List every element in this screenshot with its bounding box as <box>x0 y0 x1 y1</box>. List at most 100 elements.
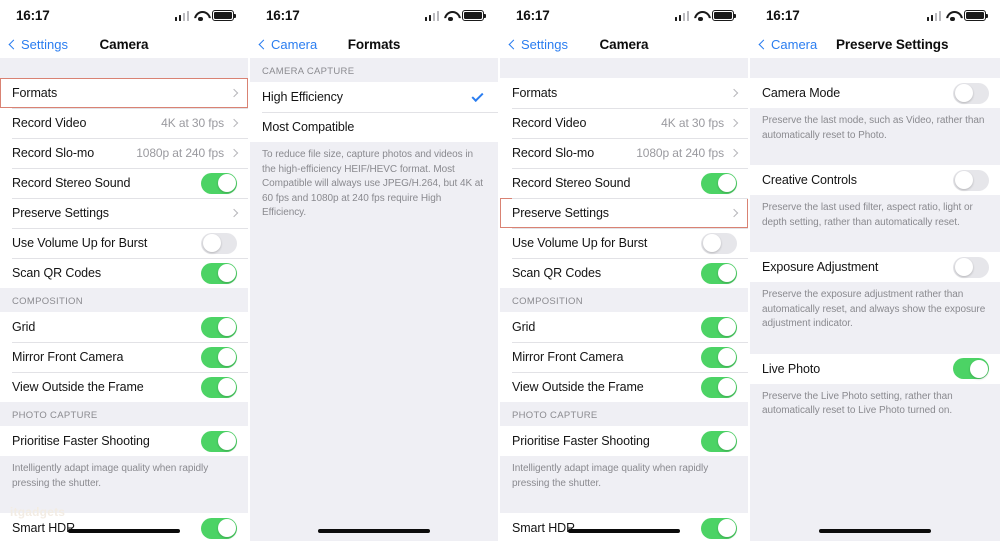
settings-row[interactable]: Prioritise Faster Shooting <box>500 426 748 456</box>
chevron-right-icon <box>229 208 239 218</box>
toggle-switch-on[interactable] <box>201 430 237 452</box>
settings-row[interactable]: Grid <box>500 312 748 342</box>
settings-row[interactable]: Record Stereo Sound <box>0 168 248 198</box>
toggle-switch-on[interactable] <box>701 172 737 194</box>
back-button[interactable]: Settings <box>8 37 68 52</box>
settings-row-label: Scan QR Codes <box>512 266 602 280</box>
settings-row[interactable]: Prioritise Faster Shooting <box>0 426 248 456</box>
settings-row[interactable]: Most Compatible <box>250 112 498 142</box>
toggle-switch-on[interactable] <box>701 316 737 338</box>
settings-group: Creative Controls <box>750 165 1000 195</box>
settings-row[interactable]: Record Slo-mo 1080p at 240 fps <box>500 138 748 168</box>
settings-row[interactable]: View Outside the Frame <box>500 372 748 402</box>
settings-row[interactable]: Formats <box>500 78 748 108</box>
toggle-knob <box>217 378 236 396</box>
wifi-icon <box>444 11 457 22</box>
status-bar-time: 16:17 <box>516 7 550 23</box>
settings-row[interactable]: Live Photo <box>750 353 1000 384</box>
toggle-switch-on[interactable] <box>201 172 237 194</box>
toggle-switch-on[interactable] <box>701 376 737 398</box>
toggle-knob <box>217 432 236 450</box>
phone-screen-preserve-settings-4: 16:17 Camera Preserve Settings Camera Mode P… <box>750 0 1000 541</box>
home-indicator[interactable] <box>318 528 430 533</box>
settings-row-label: Scan QR Codes <box>12 266 102 280</box>
toggle-switch-on[interactable] <box>201 517 237 539</box>
settings-row[interactable]: Use Volume Up for Burst <box>500 228 748 258</box>
back-button[interactable]: Camera <box>258 37 317 52</box>
settings-row[interactable]: Scan QR Codes <box>0 258 248 288</box>
settings-row[interactable]: View Outside the Frame <box>0 372 248 402</box>
settings-row[interactable]: Scan QR Codes <box>500 258 748 288</box>
settings-row-label: View Outside the Frame <box>12 380 144 394</box>
toggle-switch-on[interactable] <box>953 358 989 379</box>
toggle-switch-off[interactable] <box>701 232 737 254</box>
status-bar: 16:17 <box>250 0 498 30</box>
toggle-switch-off[interactable] <box>953 169 989 191</box>
toggle-switch-on[interactable] <box>201 346 237 368</box>
settings-row[interactable]: High Efficiency <box>250 82 498 112</box>
settings-row-label: Camera Mode <box>762 86 841 100</box>
settings-row-label: Use Volume Up for Burst <box>512 236 648 250</box>
battery-icon <box>212 10 236 21</box>
settings-row[interactable]: Record Video 4K at 30 fps <box>500 108 748 138</box>
toggle-switch-on[interactable] <box>701 517 737 539</box>
battery-icon <box>964 10 988 21</box>
settings-row-label: Prioritise Faster Shooting <box>512 434 650 448</box>
settings-group: Formats Record Video 4K at 30 fps Record Sl… <box>500 78 748 288</box>
home-indicator[interactable] <box>568 528 680 533</box>
settings-row[interactable]: Formats <box>0 78 248 108</box>
toggle-switch-on[interactable] <box>201 316 237 338</box>
section-spacer <box>750 58 1000 78</box>
settings-scroll-area[interactable]: Formats Record Video 4K at 30 fps Record Sl… <box>500 58 748 541</box>
section-footnote: Intelligently adapt image quality when r… <box>0 456 248 501</box>
phone-screen-formats-2: 16:17 Camera Formats CAMERA CAPTURE High Eff… <box>250 0 500 541</box>
home-indicator[interactable] <box>819 528 931 533</box>
settings-row[interactable]: Mirror Front Camera <box>0 342 248 372</box>
toggle-switch-on[interactable] <box>201 262 237 284</box>
section-footnote: Preserve the exposure adjustment rather … <box>750 282 1000 342</box>
toggle-knob <box>717 432 736 450</box>
settings-scroll-area[interactable]: Camera Mode Preserve the last mode, such … <box>750 58 1000 541</box>
settings-row[interactable]: Exposure Adjustment <box>750 252 1000 282</box>
settings-row-label: Record Slo-mo <box>512 146 595 160</box>
settings-row[interactable]: Preserve Settings <box>500 198 748 228</box>
toggle-switch-on[interactable] <box>701 346 737 368</box>
settings-row-label: Most Compatible <box>262 120 355 134</box>
back-button[interactable]: Camera <box>758 37 817 52</box>
toggle-switch-off[interactable] <box>953 82 989 104</box>
phone-screen-camera-settings-3: 16:17 Settings Camera Formats Record Video 4K… <box>500 0 750 541</box>
settings-row[interactable]: Grid <box>0 312 248 342</box>
chevron-right-icon <box>729 148 739 158</box>
settings-row-label: High Efficiency <box>262 90 343 104</box>
toggle-switch-on[interactable] <box>701 430 737 452</box>
settings-row[interactable]: Record Video 4K at 30 fps <box>0 108 248 138</box>
section-header: PHOTO CAPTURE <box>0 402 248 426</box>
settings-row[interactable]: Record Stereo Sound <box>500 168 748 198</box>
toggle-knob <box>717 348 736 366</box>
settings-row[interactable]: Record Slo-mo 1080p at 240 fps <box>0 138 248 168</box>
settings-row[interactable]: Creative Controls <box>750 165 1000 195</box>
cellular-signal-icon <box>674 11 689 21</box>
nav-bar: Camera Formats <box>250 30 498 58</box>
toggle-switch-off[interactable] <box>201 232 237 254</box>
status-bar-icons <box>674 9 736 22</box>
home-indicator[interactable] <box>68 528 180 533</box>
settings-scroll-area[interactable]: Formats Record Video 4K at 30 fps Record Sl… <box>0 58 248 541</box>
battery-icon <box>462 10 486 21</box>
settings-row[interactable]: Preserve Settings <box>0 198 248 228</box>
settings-row[interactable]: Camera Mode <box>750 78 1000 108</box>
settings-scroll-area[interactable]: CAMERA CAPTURE High Efficiency Most Compat… <box>250 58 498 541</box>
toggle-switch-off[interactable] <box>953 256 989 278</box>
settings-group: Formats Record Video 4K at 30 fps Record Sl… <box>0 78 248 288</box>
settings-row-label: Use Volume Up for Burst <box>12 236 148 250</box>
toggle-knob <box>717 264 736 282</box>
section-spacer <box>500 501 748 513</box>
toggle-switch-on[interactable] <box>201 376 237 398</box>
settings-row[interactable]: Use Volume Up for Burst <box>0 228 248 258</box>
settings-row[interactable]: Smart HDR <box>500 513 748 541</box>
back-button[interactable]: Settings <box>508 37 568 52</box>
toggle-switch-on[interactable] <box>701 262 737 284</box>
settings-row[interactable]: Mirror Front Camera <box>500 342 748 372</box>
settings-row-label: Formats <box>512 86 558 100</box>
settings-group: Smart HDR <box>500 513 748 541</box>
